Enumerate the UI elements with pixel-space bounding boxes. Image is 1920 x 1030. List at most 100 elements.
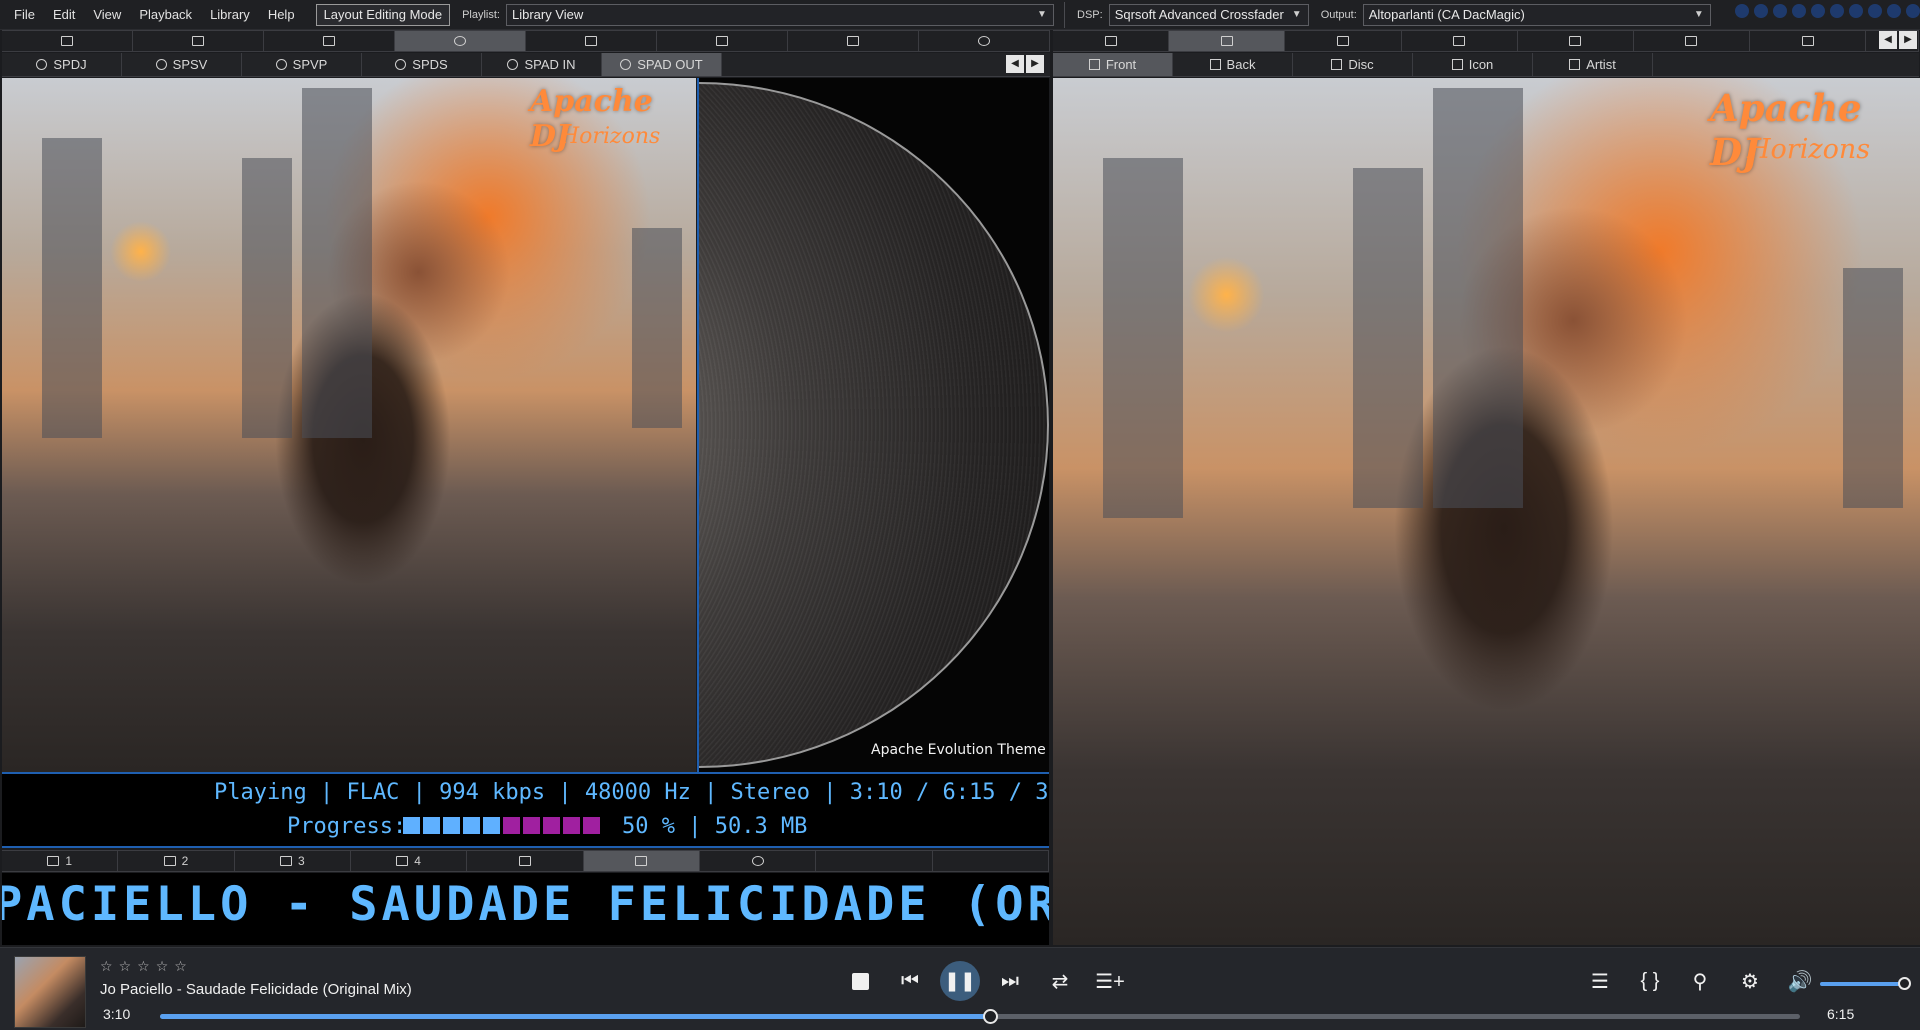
lower-tab-2[interactable]: 2 [118, 851, 235, 871]
lower-tab-visualizer[interactable] [467, 851, 584, 871]
volume-button[interactable]: 🔊 [1785, 966, 1815, 996]
tab-front[interactable]: Front [1053, 53, 1173, 76]
playlist-dropdown[interactable]: Library View ▼ [506, 3, 1054, 26]
playlist-button[interactable]: ☰ [1585, 966, 1615, 996]
layout-editing-mode-button[interactable]: Layout Editing Mode [315, 3, 451, 26]
search-button[interactable]: ⚲ [1685, 966, 1715, 996]
scroll-right-icon[interactable]: ▶ [1026, 55, 1044, 73]
cover-image-detail [1353, 168, 1423, 508]
tab-label: Front [1105, 57, 1137, 72]
view-icon-button[interactable] [2, 31, 133, 51]
menu-file[interactable]: File [0, 0, 44, 30]
search-icon: ⚲ [1692, 970, 1708, 993]
shortcut-icon[interactable] [1792, 4, 1806, 18]
tab-label: 3 [297, 854, 305, 868]
tab-spad-out[interactable]: SPAD OUT [602, 53, 722, 76]
scroll-left-icon[interactable]: ◀ [1006, 55, 1024, 73]
add-to-queue-button[interactable]: ☰+ [1095, 966, 1125, 996]
shortcut-icon[interactable] [1868, 4, 1882, 18]
previous-button[interactable]: ⏮ [895, 966, 925, 996]
stop-button[interactable] [845, 966, 875, 996]
tab-back[interactable]: Back [1173, 53, 1293, 76]
star-icon[interactable]: ☆ [119, 958, 132, 975]
shortcut-icon[interactable] [1773, 4, 1787, 18]
star-icon[interactable]: ☆ [137, 958, 150, 975]
tab-spds[interactable]: SPDS [362, 53, 482, 76]
shortcut-icon[interactable] [1830, 4, 1844, 18]
view-icon-button[interactable] [657, 31, 788, 51]
view-icon-button[interactable] [919, 31, 1050, 51]
tab-spvp[interactable]: SPVP [242, 53, 362, 76]
menu-help[interactable]: Help [259, 0, 304, 30]
tab-disc[interactable]: Disc [1293, 53, 1413, 76]
view-icon-button[interactable] [1634, 31, 1751, 51]
dsp-dropdown[interactable]: Sqrsoft Advanced Crossfader ▼ [1108, 3, 1309, 26]
lower-tab-4[interactable]: 4 [351, 851, 468, 871]
chart-icon [396, 856, 409, 866]
shortcut-icon[interactable] [1811, 4, 1825, 18]
volume-slider[interactable] [1820, 977, 1911, 990]
tab-label: 2 [181, 854, 189, 868]
star-icon[interactable]: ☆ [100, 958, 113, 975]
code-button[interactable]: { } [1635, 966, 1665, 996]
shortcut-icon[interactable] [1754, 4, 1768, 18]
view-icon-button[interactable] [133, 31, 264, 51]
shortcut-icon[interactable] [1849, 4, 1863, 18]
album-thumbnail[interactable] [14, 956, 86, 1028]
lower-tab-1[interactable]: 1 [2, 851, 119, 871]
now-playing-title: Jo Paciello - Saudade Felicidade (Origin… [100, 981, 412, 998]
view-icon-button[interactable] [788, 31, 919, 51]
view-icon-button[interactable] [526, 31, 657, 51]
next-button[interactable]: ⏭ [995, 966, 1025, 996]
menu-view[interactable]: View [84, 0, 130, 30]
volume-handle[interactable] [1898, 977, 1911, 990]
shuffle-button[interactable]: ⇄ [1045, 966, 1075, 996]
rating-stars[interactable]: ☆ ☆ ☆ ☆ ☆ [100, 958, 187, 975]
lower-tab-3[interactable]: 3 [235, 851, 351, 871]
right-tab-scroll: ◀ ▶ [1879, 31, 1917, 49]
view-icon-button[interactable] [1750, 31, 1867, 51]
shortcut-icon[interactable] [1735, 4, 1749, 18]
card-icon [323, 36, 335, 46]
scroll-left-icon[interactable]: ◀ [1879, 31, 1897, 49]
lower-tab-empty[interactable] [816, 851, 933, 871]
progress-block [523, 817, 540, 834]
clock-icon [751, 856, 764, 866]
output-dropdown[interactable]: Altoparlanti (CA DacMagic) ▼ [1362, 3, 1711, 26]
output-label: Output: [1320, 8, 1357, 21]
progress-block [583, 817, 600, 834]
chevron-down-icon: ▼ [1291, 8, 1302, 20]
star-icon[interactable]: ☆ [156, 958, 169, 975]
settings-button[interactable]: ⚙ [1735, 966, 1765, 996]
lower-tab-ticker[interactable] [583, 851, 700, 871]
cover-image-detail [242, 158, 292, 438]
tab-spdj[interactable]: SPDJ [2, 53, 122, 76]
shortcut-icon[interactable] [1887, 4, 1901, 18]
chart-icon [279, 856, 292, 866]
seek-handle[interactable] [982, 1009, 998, 1024]
view-icon-button[interactable] [264, 31, 395, 51]
view-icon-button[interactable] [1285, 31, 1402, 51]
seek-bar[interactable] [160, 1009, 1800, 1024]
menu-library[interactable]: Library [201, 0, 259, 30]
menu-playback[interactable]: Playback [130, 0, 201, 30]
radio-icon [507, 59, 519, 70]
progress-block [543, 817, 560, 834]
menu-edit[interactable]: Edit [44, 0, 84, 30]
lower-tab-empty[interactable] [933, 851, 1049, 871]
image-icon [1209, 59, 1221, 70]
tab-spsv[interactable]: SPSV [122, 53, 242, 76]
scroll-right-icon[interactable]: ▶ [1899, 31, 1917, 49]
view-icon-button[interactable] [395, 31, 526, 51]
view-icon-button[interactable] [1518, 31, 1634, 51]
view-icon-button[interactable] [1169, 31, 1286, 51]
tab-icon[interactable]: Icon [1413, 53, 1533, 76]
pause-button[interactable]: ❚❚ [940, 961, 980, 1001]
shortcut-icon[interactable] [1906, 4, 1920, 18]
tab-artist[interactable]: Artist [1533, 53, 1653, 76]
tab-spad-in[interactable]: SPAD IN [482, 53, 602, 76]
lower-tab-clock[interactable] [700, 851, 817, 871]
view-icon-button[interactable] [1053, 31, 1170, 51]
star-icon[interactable]: ☆ [174, 958, 187, 975]
view-icon-button[interactable] [1402, 31, 1518, 51]
